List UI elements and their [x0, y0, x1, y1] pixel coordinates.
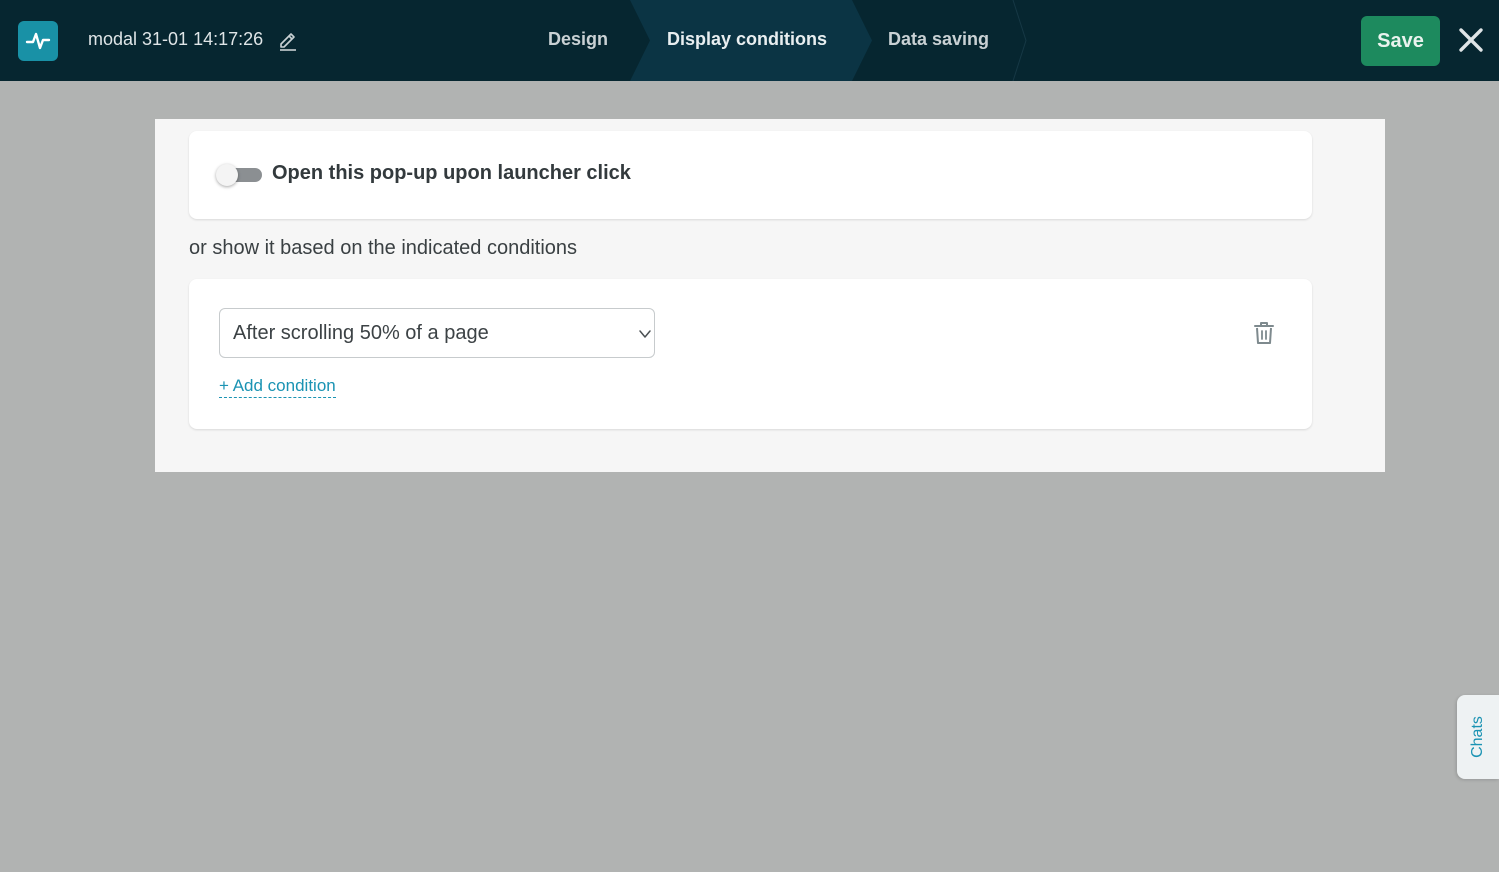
app-logo[interactable] — [18, 21, 58, 61]
chevron-down-icon — [639, 330, 651, 338]
close-icon[interactable] — [1457, 26, 1485, 54]
launcher-card: Open this pop-up upon launcher click — [189, 131, 1312, 219]
top-bar: Design Display conditions Data saving mo… — [0, 0, 1499, 81]
trash-icon[interactable] — [1253, 321, 1275, 345]
conditions-card: After scrolling 50% of a page + Add cond… — [189, 279, 1312, 429]
save-button[interactable]: Save — [1361, 16, 1440, 66]
step-divider — [1012, 0, 1027, 81]
tab-data-saving[interactable]: Data saving — [888, 29, 989, 50]
condition-select-value: After scrolling 50% of a page — [233, 322, 489, 344]
tab-design[interactable]: Design — [548, 29, 608, 50]
display-conditions-panel: Open this pop-up upon launcher click or … — [155, 119, 1385, 472]
conditions-intro-text: or show it based on the indicated condit… — [189, 237, 578, 259]
add-condition-link[interactable]: + Add condition — [219, 376, 336, 398]
toggle-knob — [216, 164, 238, 186]
chats-tab[interactable]: Chats — [1457, 695, 1499, 779]
tab-display-conditions[interactable]: Display conditions — [667, 29, 827, 50]
pencil-icon[interactable] — [277, 29, 299, 51]
document-title: modal 31-01 14:17:26 — [88, 29, 264, 49]
launcher-toggle[interactable] — [216, 163, 262, 187]
pulse-icon — [25, 32, 51, 50]
condition-select[interactable]: After scrolling 50% of a page — [219, 308, 655, 358]
chats-tab-label: Chats — [1469, 716, 1486, 758]
launcher-toggle-label: Open this pop-up upon launcher click — [272, 162, 631, 184]
